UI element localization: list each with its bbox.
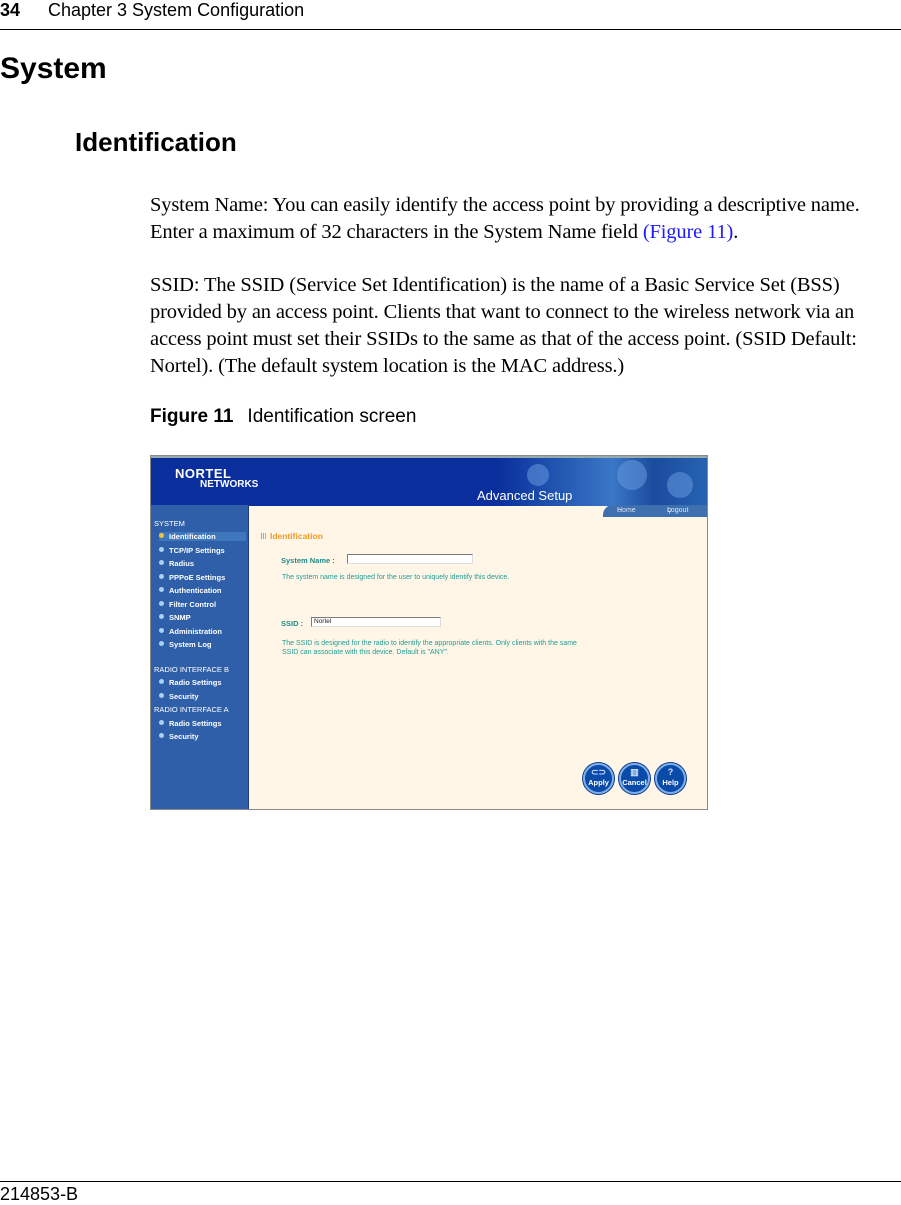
bullet-icon bbox=[159, 546, 164, 552]
system-name-label: System Name : bbox=[281, 556, 335, 565]
nav-item-label: Identification bbox=[169, 532, 216, 541]
apply-icon: ⊂⊃ bbox=[590, 767, 607, 777]
system-name-input[interactable] bbox=[347, 554, 473, 564]
art-circle bbox=[617, 460, 647, 490]
ssid-help-line1: The SSID is designed for the radio to id… bbox=[282, 640, 577, 647]
content-panel: Identification System Name : The system … bbox=[249, 517, 707, 809]
nav-item-label: Radio Settings bbox=[169, 678, 222, 687]
nav-section-system: SYSTEM bbox=[154, 519, 185, 528]
running-header: 34 Chapter 3 System Configuration bbox=[0, 0, 901, 30]
nortel-logo: NORTEL NETWORKS bbox=[175, 466, 258, 490]
art-circle bbox=[527, 464, 549, 486]
grid-icon bbox=[261, 533, 267, 539]
nav-item-label: Security bbox=[169, 732, 199, 741]
chapter-title: Chapter 3 System Configuration bbox=[48, 0, 305, 20]
bullet-icon bbox=[159, 692, 164, 698]
bullet-icon bbox=[159, 573, 164, 579]
top-links: ⌂ Home ⚲ Logout bbox=[603, 505, 707, 517]
header-rule bbox=[0, 29, 901, 30]
nav-item-radio-b-settings[interactable]: Radio Settings bbox=[159, 678, 222, 687]
ssid-input[interactable] bbox=[311, 617, 441, 627]
nav-item-snmp[interactable]: SNMP bbox=[159, 613, 191, 622]
help-label: Help bbox=[662, 778, 679, 787]
cancel-label: Cancel bbox=[622, 778, 647, 787]
bullet-icon bbox=[159, 719, 164, 725]
cancel-button[interactable]: ▥ Cancel bbox=[619, 763, 650, 794]
figure-caption-text: Identification screen bbox=[247, 406, 417, 427]
nav-item-radio-a-settings[interactable]: Radio Settings bbox=[159, 719, 222, 728]
page-title: Identification bbox=[261, 531, 323, 541]
nav-item-label: Security bbox=[169, 691, 199, 701]
nav-item-radio-b-security[interactable]: Security bbox=[159, 692, 199, 701]
home-label: Home bbox=[617, 507, 636, 514]
system-name-help: The system name is designed for the user… bbox=[282, 574, 510, 581]
subsection-heading: Identification bbox=[75, 127, 237, 157]
art-circle bbox=[667, 472, 693, 498]
page-title-text: Identification bbox=[270, 531, 323, 541]
nav-item-identification[interactable]: Identification bbox=[159, 532, 246, 541]
bullet-icon bbox=[159, 641, 164, 646]
nav-item-label: SNMP bbox=[169, 613, 191, 622]
section-heading: System bbox=[0, 52, 107, 85]
bullet-icon bbox=[159, 733, 164, 738]
nav-item-label: System Log bbox=[169, 640, 212, 649]
figure-caption: Figure 11 Identification screen bbox=[150, 406, 416, 428]
nav-item-radius[interactable]: Radius bbox=[159, 559, 194, 568]
bullet-icon bbox=[159, 627, 164, 633]
bullet-icon bbox=[159, 614, 164, 619]
nav-item-system-log[interactable]: System Log bbox=[159, 640, 212, 649]
nav-item-label: Radio Settings bbox=[169, 718, 222, 728]
figure-label: Figure 11 bbox=[150, 406, 234, 427]
nav-item-label: PPPoE Settings bbox=[169, 572, 226, 582]
ssid-help: The SSID is designed for the radio to id… bbox=[282, 639, 577, 657]
nav-item-authentication[interactable]: Authentication bbox=[159, 586, 222, 595]
paragraph-end: . bbox=[733, 221, 739, 243]
nav-item-pppoe[interactable]: PPPoE Settings bbox=[159, 573, 225, 582]
logout-label: Logout bbox=[667, 507, 689, 514]
document-number: 214853-B bbox=[0, 1184, 79, 1204]
ssid-label: SSID : bbox=[281, 619, 304, 628]
nav-section-radio-b: RADIO INTERFACE B bbox=[154, 665, 230, 674]
paragraph-ssid: SSID: The SSID (Service Set Identificati… bbox=[150, 274, 857, 377]
bullet-icon bbox=[159, 679, 164, 684]
apply-label: Apply bbox=[588, 778, 609, 787]
footer-rule bbox=[0, 1181, 901, 1182]
trash-icon: ▥ bbox=[630, 767, 639, 777]
bullet-icon bbox=[159, 533, 164, 538]
figure-link[interactable]: (Figure 11) bbox=[643, 221, 734, 243]
nav-item-label: TCP/IP Settings bbox=[169, 545, 225, 555]
paragraph-system-name: System Name: You can easily identify the… bbox=[150, 192, 901, 246]
bullet-icon bbox=[159, 587, 164, 592]
nav-item-label: Authentication bbox=[169, 586, 222, 595]
page-number: 34 bbox=[0, 0, 21, 20]
bullet-icon bbox=[159, 600, 164, 606]
nav-item-radio-a-security[interactable]: Security bbox=[159, 732, 199, 741]
logo-line1: NORTEL bbox=[175, 466, 232, 481]
bullet-icon bbox=[159, 560, 164, 565]
nav-item-administration[interactable]: Administration bbox=[159, 627, 222, 636]
figure-screenshot: NORTEL NETWORKS Advanced Setup ⌂ Home ⚲ … bbox=[150, 455, 708, 810]
question-icon: ? bbox=[667, 767, 674, 777]
help-button[interactable]: ? Help bbox=[655, 763, 686, 794]
nav-item-label: Filter Control bbox=[169, 599, 217, 609]
nav-item-filter-control[interactable]: Filter Control bbox=[159, 600, 216, 609]
nav-item-tcpip[interactable]: TCP/IP Settings bbox=[159, 546, 225, 555]
nav-item-label: Radius bbox=[169, 559, 195, 568]
ssid-help-line2: SSID can associate with this device. Def… bbox=[282, 649, 449, 656]
sidebar-nav: SYSTEM Identification TCP/IP Settings Ra… bbox=[151, 505, 249, 809]
nav-item-label: Administration bbox=[169, 626, 222, 636]
banner-title: Advanced Setup bbox=[477, 488, 573, 503]
banner: NORTEL NETWORKS Advanced Setup bbox=[151, 456, 707, 506]
paragraph-text: System Name: You can easily identify the… bbox=[150, 194, 860, 243]
nav-section-radio-a: RADIO INTERFACE A bbox=[154, 705, 229, 714]
apply-button[interactable]: ⊂⊃ Apply bbox=[583, 763, 614, 794]
